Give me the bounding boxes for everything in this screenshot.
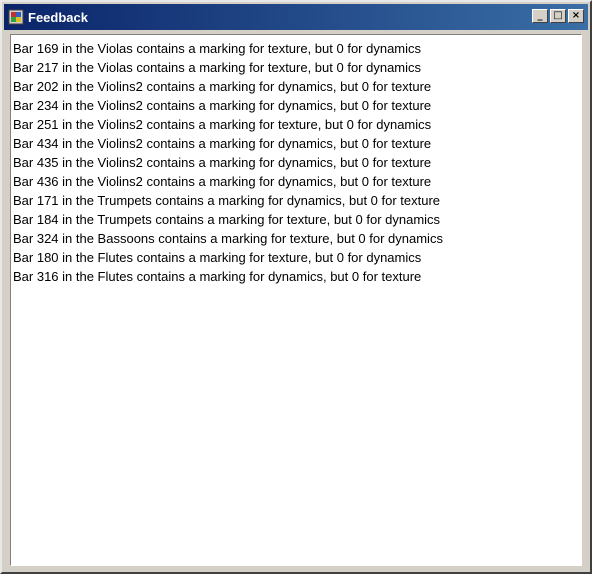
list-item: Bar 171 in the Trumpets contains a marki… <box>13 193 441 208</box>
list-item: Bar 184 in the Trumpets contains a marki… <box>13 212 441 227</box>
list-item: Bar 324 in the Bassoons contains a marki… <box>13 231 443 246</box>
list-item: Bar 316 in the Flutes contains a marking… <box>13 269 422 284</box>
window-title: Feedback <box>28 9 88 25</box>
list-item: Bar 435 in the Violins2 contains a marki… <box>13 155 432 170</box>
feedback-window: Feedback _ □ × Bar 169 in the Violas con… <box>0 0 592 574</box>
window-bottom-edge <box>4 566 588 570</box>
list-item: Bar 169 in the Violas contains a marking… <box>13 41 422 56</box>
maximize-button[interactable]: □ <box>550 9 566 23</box>
list-item: Bar 251 in the Violins2 contains a marki… <box>13 117 432 132</box>
list-item: Bar 180 in the Flutes contains a marking… <box>13 250 422 265</box>
list-item: Bar 217 in the Violas contains a marking… <box>13 60 422 75</box>
app-icon <box>8 9 24 25</box>
list-item: Bar 436 in the Violins2 contains a marki… <box>13 174 432 189</box>
close-icon: × <box>571 10 581 21</box>
message-list: Bar 169 in the Violas contains a marking… <box>11 35 581 286</box>
list-item: Bar 202 in the Violins2 contains a marki… <box>13 79 432 94</box>
feedback-text-area[interactable]: Bar 169 in the Violas contains a marking… <box>10 34 582 566</box>
minimize-icon: _ <box>537 10 543 21</box>
window-controls: _ □ × <box>532 9 584 23</box>
list-item: Bar 234 in the Violins2 contains a marki… <box>13 98 432 113</box>
list-item: Bar 434 in the Violins2 contains a marki… <box>13 136 432 151</box>
title-bar[interactable]: Feedback _ □ × <box>4 4 588 30</box>
maximize-icon: □ <box>553 10 563 21</box>
minimize-button[interactable]: _ <box>532 9 548 23</box>
close-button[interactable]: × <box>568 9 584 23</box>
